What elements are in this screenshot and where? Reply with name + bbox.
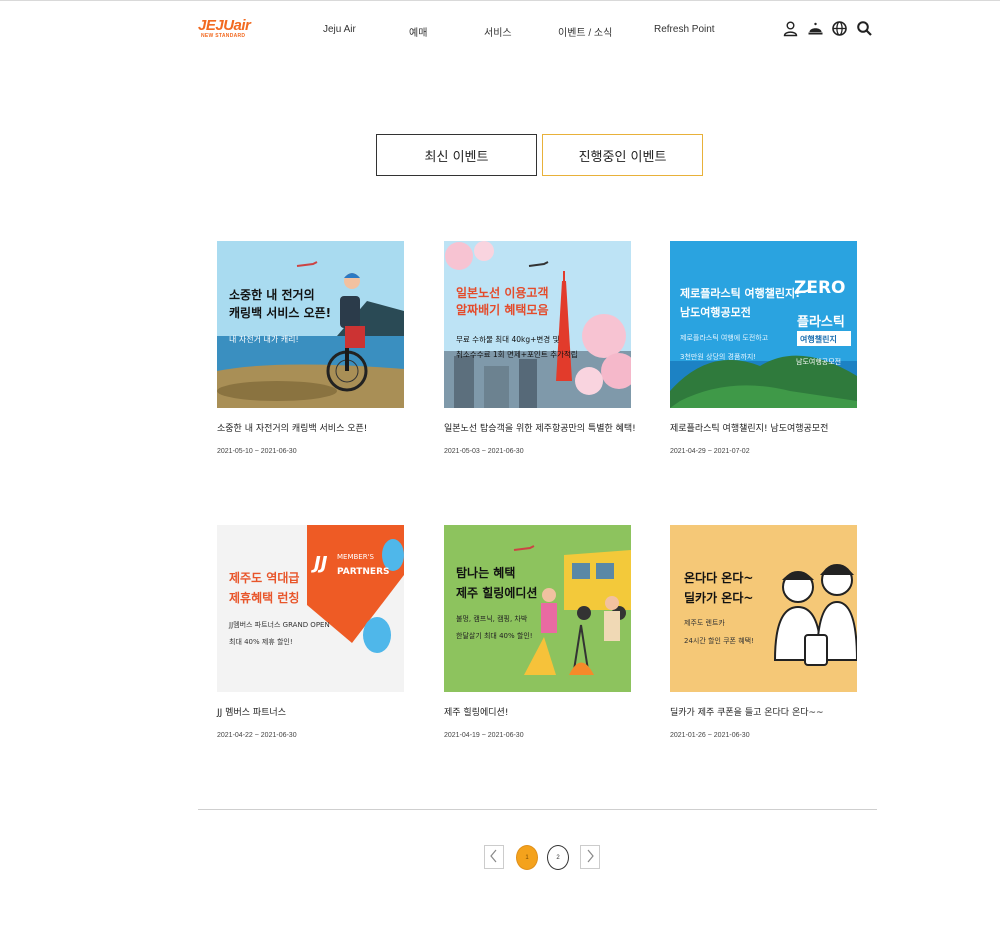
- pagination-page-2[interactable]: 2: [547, 845, 569, 870]
- pagination-prev-button[interactable]: [484, 845, 504, 869]
- banner-text: 여행챌린지: [800, 334, 837, 344]
- banner-text: 플라스틱: [797, 314, 845, 330]
- event-title[interactable]: 제주 힐링에디션!: [444, 705, 508, 718]
- search-icon[interactable]: [856, 20, 873, 37]
- globe-icon[interactable]: [831, 20, 848, 37]
- top-border: [0, 0, 1000, 1]
- nav-reservation[interactable]: 예매: [409, 24, 427, 39]
- event-banner-image: 일본노선 이용고객 알짜배기 혜택모음 무료 수하물 최대 40kg+변경 및 …: [444, 241, 631, 408]
- pagination-page-1[interactable]: 1: [516, 845, 538, 870]
- banner-text: 탐나는 혜택: [456, 565, 515, 580]
- chevron-left-icon: [489, 848, 499, 867]
- service-bell-icon[interactable]: [807, 20, 824, 37]
- jejuair-logo[interactable]: JEJUair NEW STANDARD: [198, 18, 254, 44]
- banner-text: 남도여행공모전: [796, 357, 841, 366]
- nav-events-news[interactable]: 이벤트 / 소식: [558, 24, 612, 39]
- banner-text: 소중한 내 전거의: [229, 287, 315, 302]
- tab-ongoing-events[interactable]: 진행중인 이벤트: [542, 134, 703, 176]
- pagination-next-button[interactable]: [580, 845, 600, 869]
- user-icon[interactable]: [782, 20, 799, 37]
- banner-text: 취소수수료 1회 면제+포인트 추가적립: [456, 349, 578, 359]
- banner-text: 제휴혜택 런칭: [229, 590, 299, 605]
- event-title[interactable]: 제로플라스틱 여행챌린지! 남도여행공모전: [670, 421, 828, 434]
- event-banner-image: 온다다 온다~ 딜카가 온다~ 제주도 렌트카 24시간 할인 쿠폰 혜택!: [670, 525, 857, 692]
- chevron-right-icon: [585, 848, 595, 867]
- banner-text: 24시간 할인 쿠폰 혜택!: [684, 636, 754, 645]
- banner-text: 3천만원 상당의 경품까지!: [680, 352, 756, 361]
- event-period: 2021-04-22 ~ 2021-06-30: [217, 732, 297, 739]
- banner-text: MEMBER'S: [337, 553, 375, 561]
- banner-text: 제주도 역대급: [229, 570, 299, 585]
- event-banner-image: 소중한 내 전거의 캐링백 서비스 오픈! 내 자전거 내가 캐리!: [217, 241, 404, 408]
- banner-text: 캐링백 서비스 오픈!: [229, 305, 331, 320]
- svg-text:JJ: JJ: [311, 553, 328, 574]
- event-period: 2021-05-10 ~ 2021-06-30: [217, 448, 297, 455]
- banner-text: 알짜배기 혜택모음: [456, 302, 549, 317]
- event-title[interactable]: JJ 멤버스 파트너스: [217, 705, 286, 718]
- banner-text: 불멍, 캠프닉, 캠핑, 차박: [456, 614, 528, 623]
- banner-text: 최대 40% 제휴 할인!: [229, 637, 293, 646]
- banner-text: 한달살기 최대 40% 할인!: [456, 631, 533, 640]
- nav-service[interactable]: 서비스: [484, 24, 512, 39]
- section-divider: [198, 809, 877, 810]
- logo-wordmark: JEJUair: [198, 17, 251, 34]
- event-period: 2021-04-29 ~ 2021-07-02: [670, 448, 750, 455]
- event-period: 2021-05-03 ~ 2021-06-30: [444, 448, 524, 455]
- banner-text: 일본노선 이용고객: [456, 285, 549, 300]
- event-title[interactable]: 딜카가 제주 쿠폰을 들고 온다다 온다~~: [670, 705, 824, 718]
- nav-refresh-point[interactable]: Refresh Point: [654, 24, 715, 35]
- banner-text: 제주 힐링에디션: [456, 585, 537, 600]
- event-period: 2021-01-26 ~ 2021-06-30: [670, 732, 750, 739]
- banner-text: 무료 수하물 최대 40kg+변경 및: [456, 334, 560, 344]
- event-period: 2021-04-19 ~ 2021-06-30: [444, 732, 524, 739]
- event-title[interactable]: 소중한 내 자전거의 캐링백 서비스 오픈!: [217, 421, 367, 434]
- banner-text: 제로플라스틱 여행챌린지!: [680, 286, 800, 300]
- event-banner-image: 탐나는 혜택 제주 힐링에디션 불멍, 캠프닉, 캠핑, 차박 한달살기 최대 …: [444, 525, 631, 692]
- nav-jeju-air[interactable]: Jeju Air: [323, 24, 356, 35]
- banner-text: 내 자전거 내가 캐리!: [229, 334, 299, 344]
- banner-text: 제주도 렌트카: [684, 618, 725, 627]
- banner-text: 제로플라스틱 여행에 도전하고: [680, 333, 769, 342]
- event-banner-image: JJ MEMBER'S PARTNERS 제주도 역대급 제휴혜택 런칭 JJ멤…: [217, 525, 404, 692]
- banner-text: 딜카가 온다~: [684, 590, 753, 605]
- banner-text: ZERO: [794, 278, 845, 298]
- tab-latest-events[interactable]: 최신 이벤트: [376, 134, 537, 176]
- banner-text: PARTNERS: [337, 567, 390, 577]
- event-banner-image: 제로플라스틱 여행챌린지! 남도여행공모전 제로플라스틱 여행에 도전하고 3천…: [670, 241, 857, 408]
- event-title[interactable]: 일본노선 탑승객을 위한 제주항공만의 특별한 혜택!: [444, 421, 636, 434]
- banner-text: 온다다 온다~: [684, 570, 753, 585]
- banner-text: 남도여행공모전: [680, 305, 751, 319]
- banner-text: JJ멤버스 파트너스 GRAND OPEN: [228, 620, 330, 629]
